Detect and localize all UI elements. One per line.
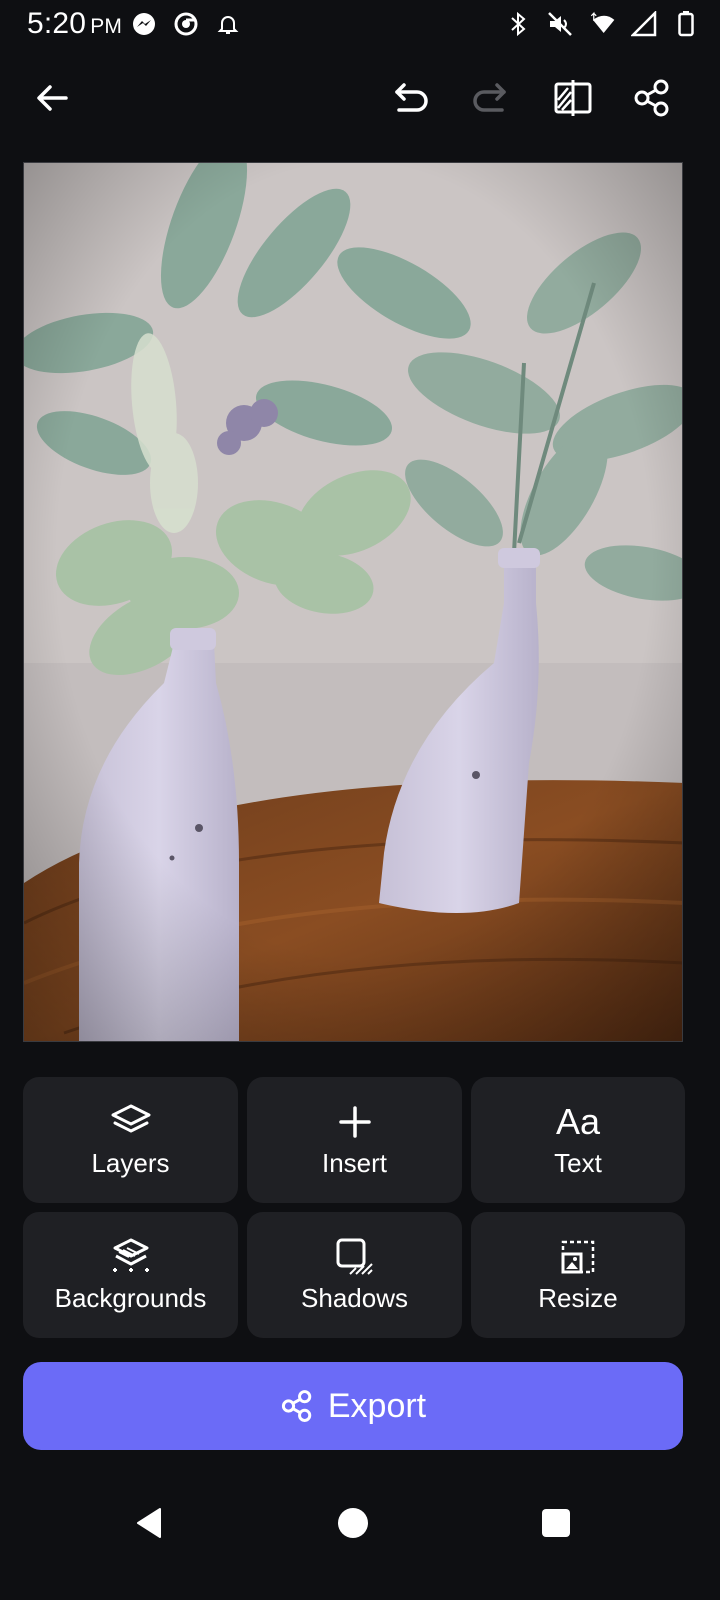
bell-icon — [214, 10, 242, 38]
resize-label: Resize — [538, 1282, 618, 1313]
resize-button[interactable]: Resize — [471, 1212, 685, 1338]
back-button[interactable] — [28, 74, 76, 122]
system-nav-bar — [0, 1480, 720, 1570]
backgrounds-icon — [112, 1238, 149, 1272]
text-button[interactable]: Aa Text — [471, 1077, 685, 1203]
insert-label: Insert — [321, 1147, 388, 1178]
back-arrow-icon — [37, 85, 68, 111]
export-label: Export — [327, 1386, 427, 1425]
messenger-icon — [130, 10, 158, 38]
nav-home-button[interactable] — [329, 1499, 377, 1547]
compare-icon — [554, 80, 592, 116]
layers-icon — [111, 1104, 150, 1132]
backgrounds-label: Backgrounds — [54, 1282, 207, 1313]
undo-icon — [395, 83, 428, 112]
nav-back-icon — [137, 1508, 161, 1538]
nav-back-button[interactable] — [126, 1499, 174, 1547]
nav-home-icon — [338, 1508, 368, 1538]
signal-icon — [630, 10, 658, 38]
share-icon — [634, 79, 669, 117]
text-aa-icon: Aa — [555, 1100, 601, 1142]
insert-button[interactable]: Insert — [247, 1077, 462, 1203]
layers-label: Layers — [91, 1147, 170, 1178]
text-label: Text — [554, 1147, 602, 1178]
bluetooth-icon — [504, 10, 532, 38]
share-button[interactable] — [628, 74, 676, 122]
plus-icon — [338, 1105, 371, 1138]
share-icon — [281, 1390, 312, 1422]
shadows-icon — [336, 1238, 373, 1275]
battery-icon — [672, 10, 700, 38]
status-time: 5:20 PM — [27, 7, 122, 41]
redo-button[interactable] — [466, 74, 514, 122]
export-button[interactable]: Export — [23, 1362, 683, 1450]
status-bar: 5:20 PM — [0, 0, 720, 50]
nav-recents-icon — [542, 1509, 570, 1537]
backgrounds-button[interactable]: Backgrounds — [23, 1212, 238, 1338]
photo-canvas[interactable] — [23, 162, 683, 1042]
layers-button[interactable]: Layers — [23, 1077, 238, 1203]
wifi-icon — [588, 10, 616, 38]
shadows-button[interactable]: Shadows — [247, 1212, 462, 1338]
status-clock: 5:20 — [27, 7, 87, 40]
status-ampm: PM — [90, 15, 123, 38]
nav-recents-button[interactable] — [532, 1499, 580, 1547]
mute-icon — [546, 10, 574, 38]
redo-icon — [473, 83, 506, 112]
tools-grid: Layers Insert Aa Text Backgrounds Shadow… — [23, 1077, 685, 1338]
photo-image — [24, 163, 682, 1041]
editor-toolbar — [0, 70, 720, 130]
resize-icon — [561, 1240, 595, 1273]
chrome-icon — [172, 10, 200, 38]
compare-button[interactable] — [549, 74, 597, 122]
undo-button[interactable] — [387, 74, 435, 122]
shadows-label: Shadows — [301, 1282, 408, 1313]
